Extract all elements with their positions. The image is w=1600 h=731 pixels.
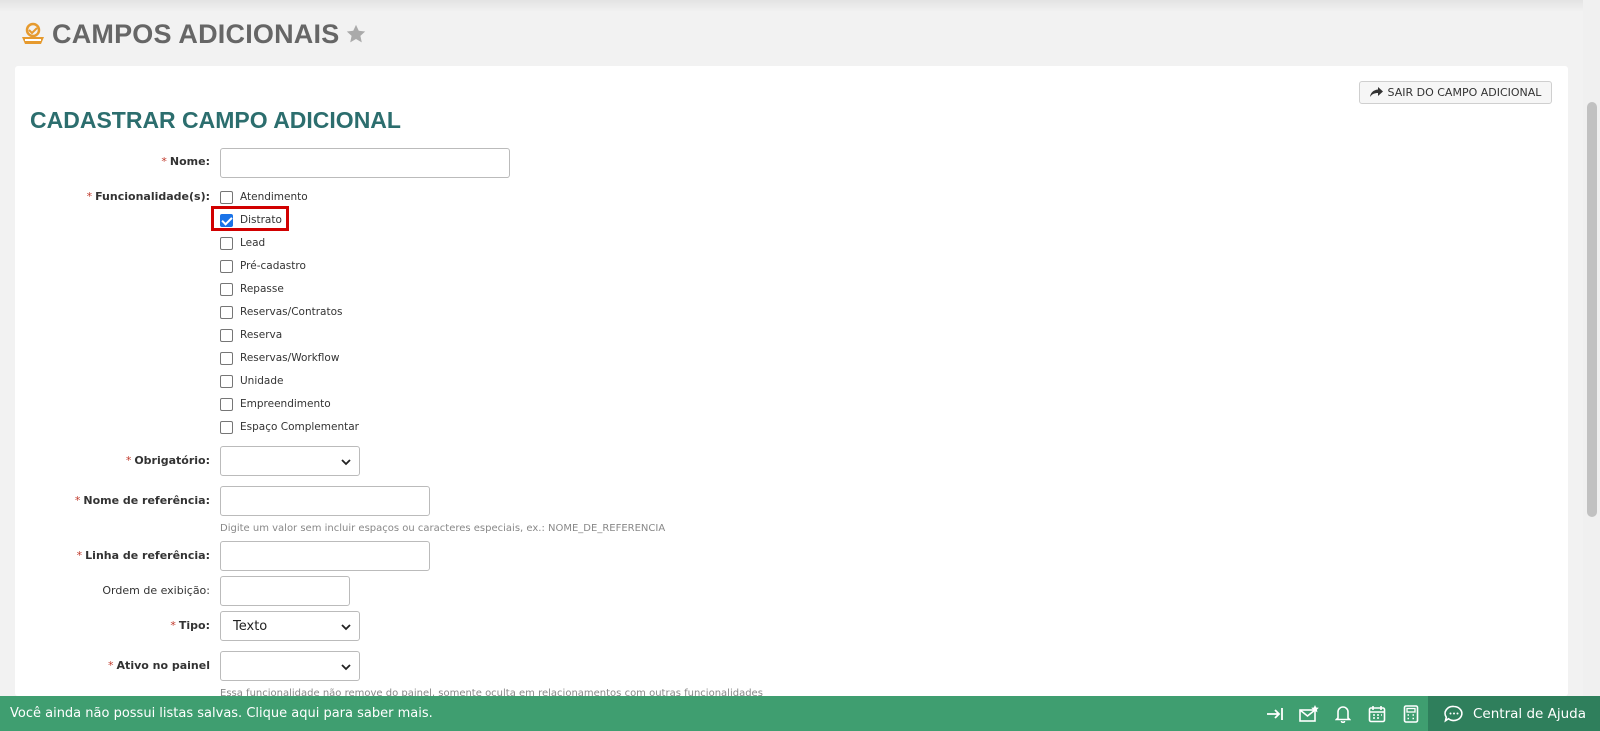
funcionalidades-label: * Funcionalidade(s):	[86, 190, 210, 203]
funcionalidade-option-label: Empreendimento	[240, 398, 331, 410]
ativo-painel-select[interactable]	[220, 651, 360, 681]
tipo-select[interactable]: Texto	[220, 611, 360, 641]
funcionalidade-option-label: Atendimento	[240, 191, 308, 203]
funcionalidade-checkbox[interactable]	[220, 374, 233, 388]
linha-referencia-input[interactable]	[220, 541, 430, 571]
funcionalidade-option[interactable]: Pré-cadastro	[220, 258, 306, 274]
bottom-bar-icons	[1258, 696, 1428, 731]
exit-button-label: SAIR DO CAMPO ADICIONAL	[1387, 86, 1542, 99]
funcionalidade-option[interactable]: Unidade	[220, 373, 283, 389]
bell-icon[interactable]	[1326, 696, 1360, 731]
exit-additional-field-button[interactable]: SAIR DO CAMPO ADICIONAL	[1359, 81, 1552, 104]
chevron-down-icon	[341, 459, 351, 466]
module-logo-icon	[20, 21, 46, 47]
page-header: CAMPOS ADICIONAIS	[20, 16, 367, 52]
funcionalidade-checkbox[interactable]	[220, 328, 233, 342]
nome-referencia-hint: Digite um valor sem incluir espaços ou c…	[220, 523, 666, 534]
funcionalidade-checkbox[interactable]	[220, 420, 233, 434]
chat-icon	[1444, 705, 1463, 722]
obrigatorio-select[interactable]	[220, 446, 360, 476]
chevron-down-icon	[341, 664, 351, 671]
help-center-button[interactable]: Central de Ajuda	[1428, 696, 1600, 731]
nome-label: * Nome:	[161, 155, 210, 168]
funcionalidade-option[interactable]: Empreendimento	[220, 396, 331, 412]
funcionalidade-option-label: Reserva	[240, 329, 283, 341]
funcionalidade-checkbox[interactable]	[220, 190, 233, 204]
funcionalidade-option[interactable]: Espaço Complementar	[220, 419, 359, 435]
funcionalidade-option[interactable]: Atendimento	[220, 189, 308, 205]
funcionalidade-option[interactable]: Reservas/Contratos	[220, 304, 342, 320]
funcionalidade-option-label: Reservas/Contratos	[240, 306, 343, 318]
nome-referencia-input[interactable]	[220, 486, 430, 516]
nome-referencia-label: * Nome de referência:	[74, 494, 210, 507]
funcionalidade-option[interactable]: Repasse	[220, 281, 284, 297]
funcionalidade-option-label: Repasse	[240, 283, 284, 295]
help-center-label: Central de Ajuda	[1473, 705, 1586, 722]
funcionalidade-checkbox[interactable]	[220, 351, 233, 365]
funcionalidade-option[interactable]: Reserva	[220, 327, 282, 343]
top-shadow	[0, 0, 1600, 12]
page-title: CAMPOS ADICIONAIS	[52, 18, 340, 49]
funcionalidade-option-label: Pré-cadastro	[240, 260, 306, 272]
funcionalidade-checkbox[interactable]	[220, 305, 233, 319]
form-title: CADASTRAR CAMPO ADICIONAL	[30, 107, 401, 133]
funcionalidade-option-label: Unidade	[240, 375, 284, 387]
scrollbar-thumb[interactable]	[1587, 102, 1597, 517]
funcionalidade-checkbox[interactable]	[220, 236, 233, 250]
funcionalidade-option[interactable]: Reservas/Workflow	[220, 350, 339, 366]
bottom-bar: Você ainda não possui listas salvas. Cli…	[0, 696, 1600, 731]
tipo-label: * Tipo:	[170, 619, 210, 632]
funcionalidade-checkbox[interactable]	[220, 259, 233, 273]
calculator-icon[interactable]	[1394, 696, 1428, 731]
funcionalidade-option-label: Reservas/Workflow	[240, 352, 340, 364]
funcionalidade-checkbox[interactable]	[220, 397, 233, 411]
nome-input[interactable]	[220, 148, 510, 178]
obrigatorio-label: * Obrigatório:	[125, 454, 210, 467]
ordem-exibicao-input[interactable]	[220, 576, 350, 606]
ordem-exibicao-label: Ordem de exibição:	[102, 584, 210, 597]
calendar-icon[interactable]	[1360, 696, 1394, 731]
highlight-annotation	[211, 206, 289, 231]
share-arrow-icon	[1369, 87, 1383, 97]
collapse-arrow-icon[interactable]	[1258, 696, 1292, 731]
funcionalidade-option-label: Espaço Complementar	[240, 421, 359, 433]
funcionalidade-option[interactable]: Lead	[220, 235, 265, 251]
mail-star-icon[interactable]	[1292, 696, 1326, 731]
chevron-down-icon	[341, 624, 351, 631]
linha-referencia-label: * Linha de referência:	[76, 549, 210, 562]
saved-lists-message[interactable]: Você ainda não possui listas salvas. Cli…	[10, 706, 433, 721]
funcionalidade-checkbox[interactable]	[220, 282, 233, 296]
ativo-painel-label: * Ativo no painel	[108, 659, 210, 672]
funcionalidade-option-label: Lead	[240, 237, 266, 249]
favorite-star-icon[interactable]	[345, 23, 367, 45]
